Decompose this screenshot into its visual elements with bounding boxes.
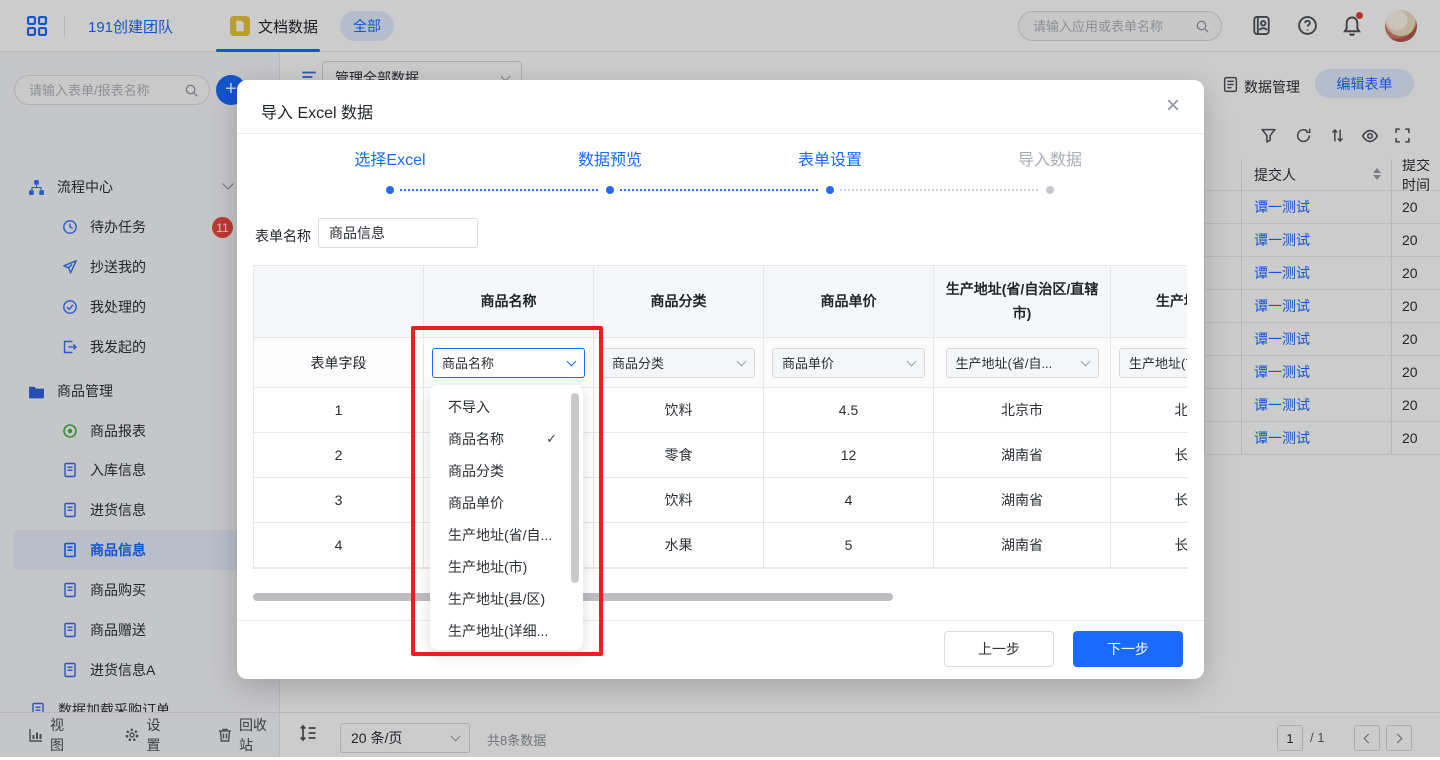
- cell-price: 4.5: [764, 388, 934, 433]
- chevron-down-icon: [737, 356, 747, 366]
- dropdown-option[interactable]: 商品名称 ✓: [430, 423, 583, 455]
- cell-city: 长沙市: [1111, 433, 1187, 478]
- modal-title: 导入 Excel 数据: [261, 99, 373, 123]
- step-select-excel: 选择Excel: [280, 146, 500, 170]
- step-data-preview: 数据预览: [500, 146, 720, 170]
- import-stepper: 选择Excel 数据预览 表单设置 导入数据: [280, 146, 1160, 206]
- header-cell: [254, 266, 424, 338]
- option-label: 不导入: [448, 397, 490, 417]
- field-row-label: 表单字段: [254, 338, 424, 388]
- import-excel-modal: 导入 Excel 数据 × 选择Excel 数据预览 表单设置 导入数据 表单名…: [237, 80, 1204, 679]
- field-select-price[interactable]: 商品单价: [772, 348, 925, 378]
- step-form-settings: 表单设置: [720, 146, 940, 170]
- next-step-button[interactable]: 下一步: [1073, 631, 1183, 667]
- step-dot: [386, 186, 394, 194]
- chevron-down-icon: [907, 356, 917, 366]
- option-label: 生产地址(详细...: [448, 621, 548, 641]
- cell-price: 4: [764, 478, 934, 523]
- modal-header-divider: [237, 133, 1204, 134]
- field-select-row: 表单字段 商品名称 商品分类 商品单价 生产地址(省/自... 生产地址(市): [254, 338, 1187, 388]
- dropdown-option[interactable]: 生产地址(市): [430, 551, 583, 583]
- chevron-down-icon: [1080, 356, 1090, 366]
- header-cell: 生产地址(省/自治区/直辖市): [934, 266, 1111, 338]
- mapping-header-row: 商品名称 商品分类 商品单价 生产地址(省/自治区/直辖市) 生产地址(市): [254, 266, 1187, 338]
- cell-category: 水果: [594, 523, 764, 568]
- field-select-category[interactable]: 商品分类: [602, 348, 755, 378]
- prev-step-button[interactable]: 上一步: [944, 631, 1054, 667]
- chevron-down-icon: [567, 356, 577, 366]
- dropdown-scrollbar[interactable]: [571, 393, 579, 583]
- step-dot: [606, 186, 614, 194]
- option-label: 生产地址(省/自...: [448, 525, 552, 545]
- step-dot: [1046, 186, 1054, 194]
- option-label: 生产地址(市): [448, 557, 527, 577]
- step-import-data: 导入数据: [940, 146, 1160, 170]
- preview-rows: 1 饮料 4.5 北京市 北京市 2 零食 12 湖南省 长沙市 3 饮料: [254, 388, 1187, 568]
- option-label: 商品分类: [448, 461, 504, 481]
- cell-category: 饮料: [594, 478, 764, 523]
- header-cell: 商品分类: [594, 266, 764, 338]
- cell-city: 长沙市: [1111, 478, 1187, 523]
- form-name-label: 表单名称: [255, 226, 311, 246]
- dropdown-options: 不导入 商品名称 ✓ 商品分类 商品单价 生产地址(省/自... 生产地址(市)…: [430, 391, 583, 647]
- option-label: 生产地址(县/区): [448, 589, 545, 609]
- close-icon[interactable]: ×: [1166, 92, 1180, 120]
- dropdown-option[interactable]: 不导入: [430, 391, 583, 423]
- form-name-input[interactable]: [318, 218, 478, 248]
- preview-row: 1 饮料 4.5 北京市 北京市: [254, 388, 1187, 433]
- cell-price: 12: [764, 433, 934, 478]
- option-label: 商品名称: [448, 429, 504, 449]
- preview-row: 3 饮料 4 湖南省 长沙市: [254, 478, 1187, 523]
- dropdown-option[interactable]: 生产地址(县/区): [430, 583, 583, 615]
- row-index: 4: [254, 523, 424, 568]
- field-select-city[interactable]: 生产地址(市): [1119, 348, 1187, 378]
- header-cell: 商品名称: [424, 266, 594, 338]
- step-connector: [400, 189, 598, 191]
- cell-province: 湖南省: [934, 523, 1111, 568]
- preview-row: 2 零食 12 湖南省 长沙市: [254, 433, 1187, 478]
- cell-city: 长沙市: [1111, 523, 1187, 568]
- header-cell: 商品单价: [764, 266, 934, 338]
- preview-row: 4 水果 5 湖南省 长沙市: [254, 523, 1187, 568]
- step-connector: [620, 189, 818, 191]
- cell-category: 零食: [594, 433, 764, 478]
- dropdown-option[interactable]: 生产地址(省/自...: [430, 519, 583, 551]
- row-index: 2: [254, 433, 424, 478]
- header-cell: 生产地址(市): [1111, 266, 1187, 338]
- cell-price: 5: [764, 523, 934, 568]
- check-icon: ✓: [546, 431, 557, 447]
- field-select-dropdown: 不导入 商品名称 ✓ 商品分类 商品单价 生产地址(省/自... 生产地址(市)…: [430, 385, 583, 650]
- option-label: 商品单价: [448, 493, 504, 513]
- cell-category: 饮料: [594, 388, 764, 433]
- step-connector: [840, 189, 1038, 191]
- cell-province: 湖南省: [934, 433, 1111, 478]
- field-mapping-table: 商品名称 商品分类 商品单价 生产地址(省/自治区/直辖市) 生产地址(市) 表…: [253, 265, 1187, 569]
- cell-province: 北京市: [934, 388, 1111, 433]
- field-select-product-name[interactable]: 商品名称: [432, 348, 585, 378]
- row-index: 1: [254, 388, 424, 433]
- field-select-province[interactable]: 生产地址(省/自...: [946, 348, 1099, 378]
- cell-province: 湖南省: [934, 478, 1111, 523]
- modal-footer: 上一步 下一步: [237, 620, 1204, 679]
- row-index: 3: [254, 478, 424, 523]
- step-dot: [826, 186, 834, 194]
- cell-city: 北京市: [1111, 388, 1187, 433]
- dropdown-option[interactable]: 商品分类: [430, 455, 583, 487]
- dropdown-option[interactable]: 生产地址(详细...: [430, 615, 583, 647]
- dropdown-option[interactable]: 商品单价: [430, 487, 583, 519]
